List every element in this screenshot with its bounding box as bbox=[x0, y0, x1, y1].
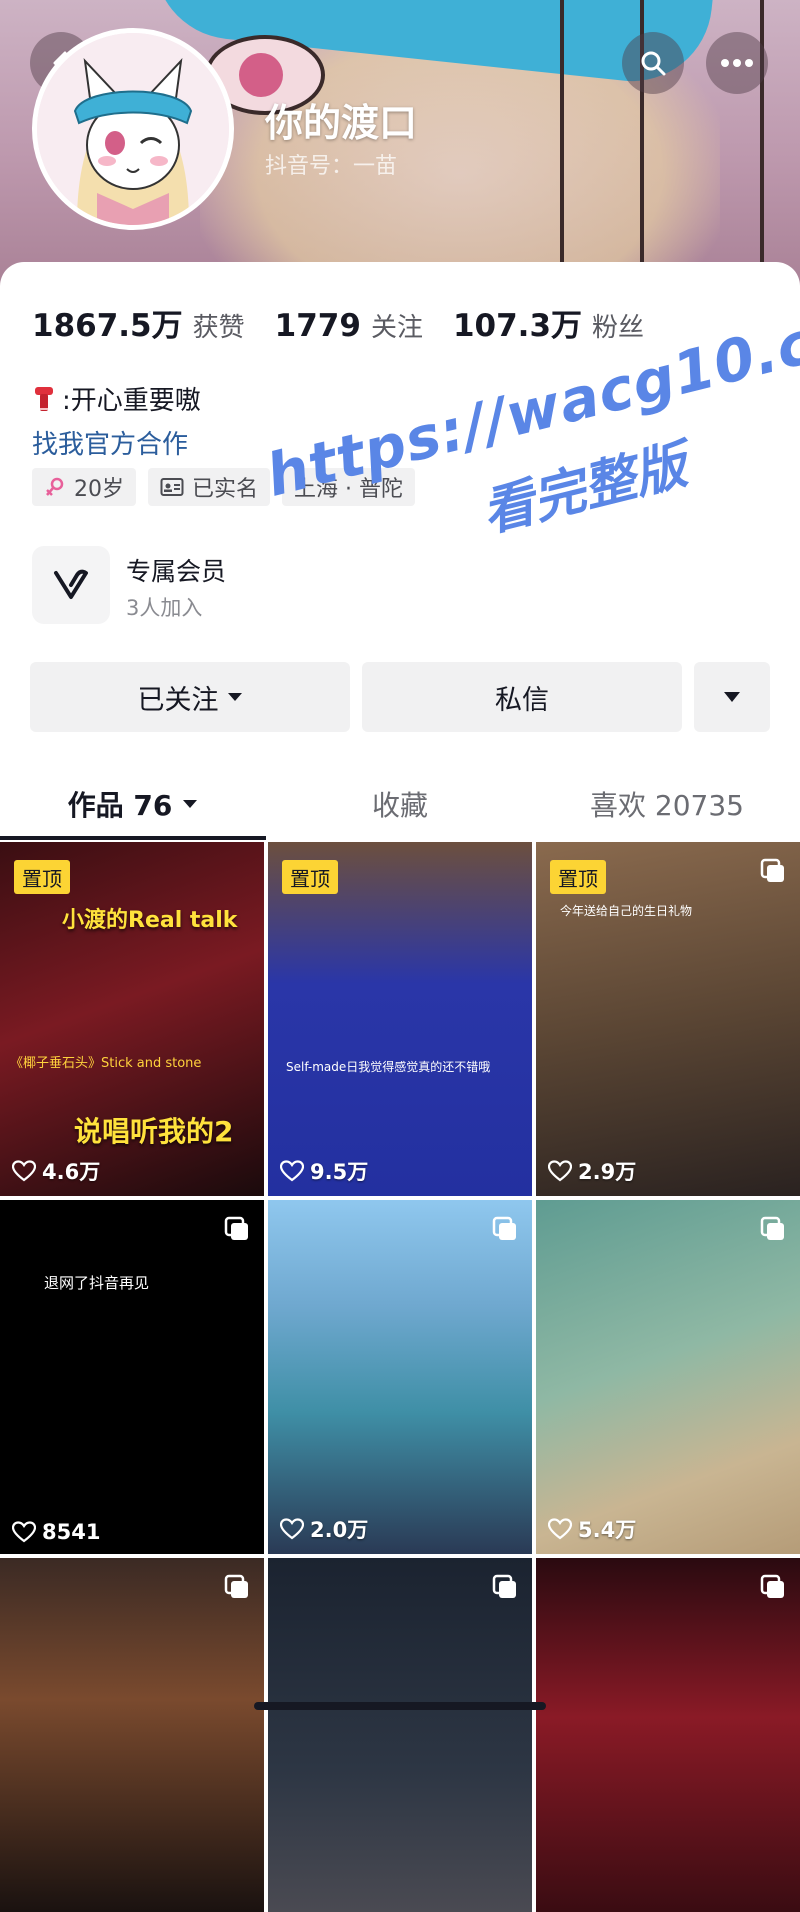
active-tab-indicator bbox=[0, 836, 266, 840]
heart-outline-icon bbox=[280, 1518, 304, 1540]
heart-outline-icon bbox=[548, 1518, 572, 1540]
like-count-text: 2.0万 bbox=[310, 1518, 369, 1542]
bio: :开心重要嗷 bbox=[32, 380, 201, 417]
multi-image-icon bbox=[492, 1216, 516, 1240]
multi-image-icon bbox=[492, 1574, 516, 1598]
banner-line bbox=[560, 0, 564, 290]
heart-outline-icon bbox=[12, 1160, 36, 1182]
video-thumbnail bbox=[268, 1200, 532, 1554]
video-tile[interactable] bbox=[536, 1558, 800, 1912]
member-title: 专属会员 bbox=[126, 557, 227, 586]
pinned-badge: 置顶 bbox=[282, 860, 338, 894]
like-count: 5.4万 bbox=[548, 1514, 636, 1544]
tab-works[interactable]: 作品 76 bbox=[0, 768, 266, 840]
v-heart-icon bbox=[54, 569, 88, 599]
tab-works-label: 作品 76 bbox=[67, 789, 173, 822]
search-button[interactable] bbox=[622, 32, 684, 94]
member-subtitle: 3人加入 bbox=[126, 596, 203, 620]
video-tile[interactable] bbox=[0, 1558, 264, 1912]
message-label: 私信 bbox=[495, 684, 549, 716]
video-tile[interactable]: 5.4万 bbox=[536, 1200, 800, 1554]
like-count: 2.9万 bbox=[548, 1156, 636, 1186]
tab-favorites-label: 收藏 bbox=[371, 789, 428, 822]
username: 你的渡口 bbox=[265, 101, 418, 145]
tab-favorites[interactable]: 收藏 bbox=[266, 768, 534, 840]
video-thumbnail bbox=[268, 1558, 532, 1912]
like-count-text: 8541 bbox=[42, 1520, 101, 1544]
stat-label: 关注 bbox=[370, 313, 423, 343]
video-caption-small: 退网了抖音再见 bbox=[44, 1274, 150, 1292]
video-caption-small: 《椰子垂石头》Stick and stone bbox=[10, 1056, 202, 1071]
tag-text: 已实名 bbox=[192, 477, 259, 502]
tag-text: 20岁 bbox=[74, 477, 124, 502]
like-count: 2.0万 bbox=[280, 1514, 368, 1544]
video-tile[interactable]: Self-made日我觉得感觉真的还不错哦 置顶 9.5万 bbox=[268, 842, 532, 1196]
bio-text: :开心重要嗷 bbox=[62, 386, 201, 416]
like-count: 4.6万 bbox=[12, 1156, 100, 1186]
pinned-badge: 置顶 bbox=[14, 860, 70, 894]
multi-image-icon bbox=[224, 1574, 248, 1598]
like-count-text: 9.5万 bbox=[310, 1160, 369, 1184]
like-count-text: 5.4万 bbox=[578, 1518, 637, 1542]
account-id[interactable]: 抖音号：一苗 bbox=[265, 148, 397, 180]
business-link[interactable]: 找我官方合作 bbox=[32, 424, 188, 461]
caret-down-icon bbox=[183, 800, 198, 808]
like-count-text: 4.6万 bbox=[42, 1160, 101, 1184]
video-thumbnail bbox=[536, 1200, 800, 1554]
following-button[interactable]: 已关注 bbox=[30, 662, 350, 732]
more-dots-icon bbox=[721, 59, 753, 67]
stat-value: 1867.5万 bbox=[32, 308, 183, 344]
content-tabs: 作品 76 收藏 喜欢 20735 bbox=[0, 768, 800, 840]
video-thumbnail bbox=[0, 1200, 264, 1554]
stat-label: 获赞 bbox=[192, 313, 245, 343]
video-tile[interactable]: 2.0万 bbox=[268, 1200, 532, 1554]
multi-image-icon bbox=[760, 1216, 784, 1240]
heart-outline-icon bbox=[12, 1521, 36, 1543]
stat-value: 1779 bbox=[274, 308, 361, 344]
video-caption-small: 今年送给自己的生日礼物 bbox=[560, 904, 693, 918]
recommend-dropdown-button[interactable] bbox=[694, 662, 770, 732]
tag-verified: 已实名 bbox=[148, 468, 271, 506]
more-options-button[interactable] bbox=[706, 32, 768, 94]
video-tile[interactable]: 今年送给自己的生日礼物 置顶 2.9万 bbox=[536, 842, 800, 1196]
following-label: 已关注 bbox=[137, 684, 219, 716]
multi-image-icon bbox=[224, 1216, 248, 1240]
stat-likes[interactable]: 1867.5万 获赞 bbox=[32, 300, 245, 345]
like-count: 8541 bbox=[12, 1520, 100, 1544]
tab-likes[interactable]: 喜欢 20735 bbox=[534, 768, 800, 840]
heart-outline-icon bbox=[548, 1160, 572, 1182]
video-thumbnail bbox=[536, 842, 800, 1196]
message-button[interactable]: 私信 bbox=[362, 662, 682, 732]
video-thumbnail bbox=[0, 1558, 264, 1912]
video-tile[interactable] bbox=[268, 1558, 532, 1912]
cat-girl-avatar-icon bbox=[37, 33, 229, 225]
scarf-emoji-icon bbox=[35, 386, 53, 411]
pinned-badge: 置顶 bbox=[550, 860, 606, 894]
member-logo bbox=[32, 546, 110, 624]
female-icon bbox=[46, 477, 64, 496]
video-tile[interactable]: 退网了抖音再见 8541 bbox=[0, 1200, 264, 1554]
video-caption-top: 小渡的Real talk bbox=[62, 908, 238, 933]
heart-outline-icon bbox=[280, 1160, 304, 1182]
multi-image-icon bbox=[760, 1574, 784, 1598]
video-thumbnail bbox=[268, 842, 532, 1196]
video-caption-bottom: 说唱听我的2 bbox=[74, 1115, 234, 1148]
tab-likes-label: 喜欢 20735 bbox=[590, 789, 744, 822]
tag-age: 20岁 bbox=[32, 468, 136, 506]
video-tile[interactable]: 小渡的Real talk 《椰子垂石头》Stick and stone 说唱听我… bbox=[0, 842, 264, 1196]
video-caption-small: Self-made日我觉得感觉真的还不错哦 bbox=[286, 1060, 491, 1074]
search-icon bbox=[641, 51, 666, 76]
caret-down-icon bbox=[724, 692, 740, 702]
multi-image-icon bbox=[760, 858, 784, 882]
avatar[interactable] bbox=[32, 28, 234, 230]
id-card-icon bbox=[160, 478, 184, 496]
like-count-text: 2.9万 bbox=[578, 1160, 637, 1184]
video-thumbnail bbox=[536, 1558, 800, 1912]
home-indicator[interactable] bbox=[254, 1702, 546, 1710]
like-count: 9.5万 bbox=[280, 1156, 368, 1186]
caret-down-icon bbox=[227, 693, 242, 701]
stat-following[interactable]: 1779 关注 bbox=[275, 307, 423, 344]
